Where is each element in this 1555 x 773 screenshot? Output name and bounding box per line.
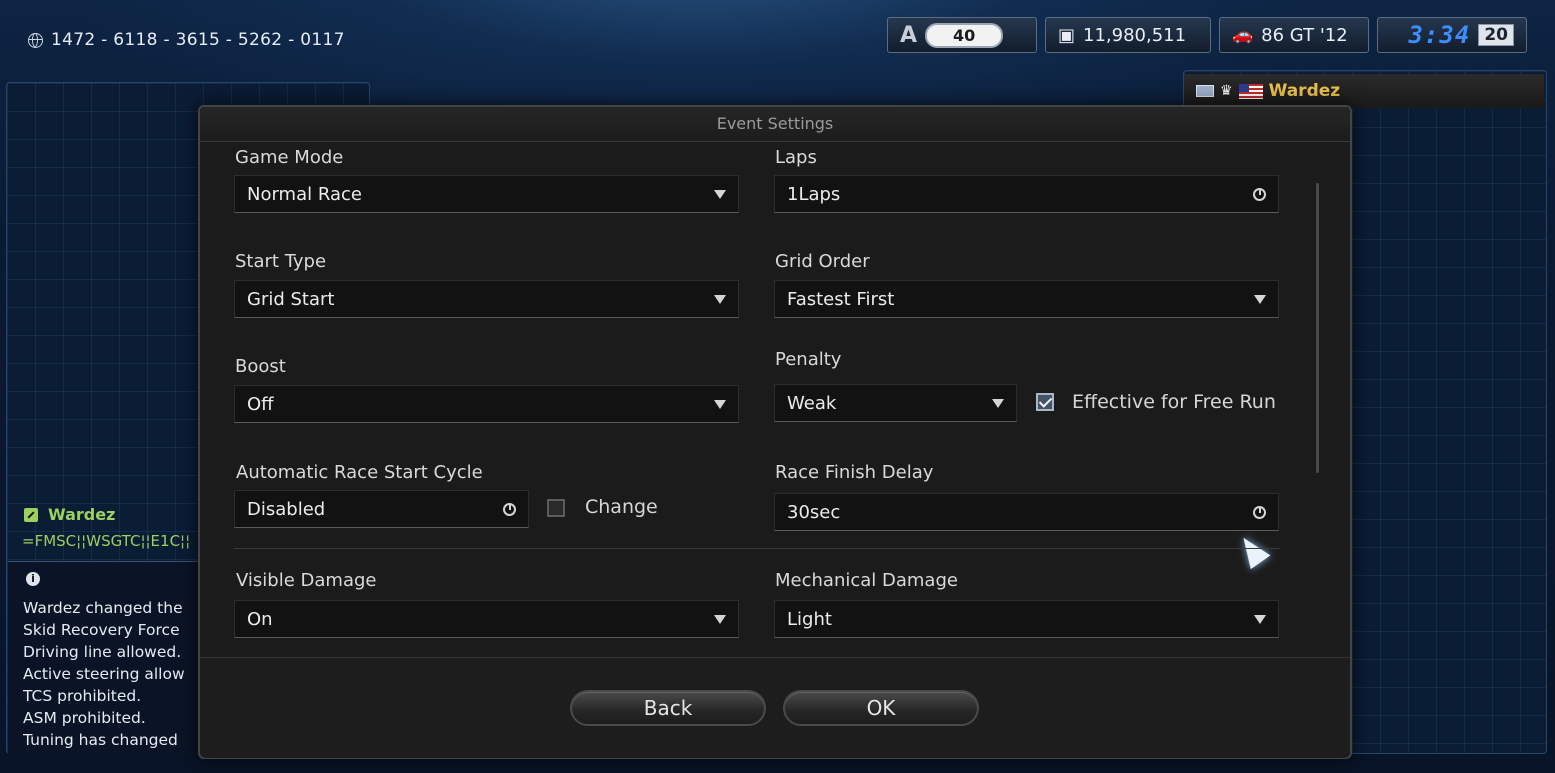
credits-display: ▣ 11,980,511 (1045, 17, 1211, 53)
system-log-lines: Wardez changed the Skid Recovery Force D… (23, 597, 199, 751)
start-type-value: Grid Start (247, 288, 335, 310)
laps-select[interactable]: 1Laps (774, 175, 1279, 213)
hud-bar: A 40 ▣ 11,980,511 🚗 86 GT '12 3:34 20 (887, 16, 1527, 54)
clock-display: 3:34 20 (1377, 17, 1527, 53)
chat-sender: Wardez (24, 505, 115, 524)
boost-label: Boost (235, 356, 286, 377)
section-divider (234, 548, 1280, 549)
change-label: Change (585, 496, 658, 518)
laps-value: 1Laps (787, 183, 841, 205)
game-mode-label: Game Mode (235, 147, 344, 168)
finish-delay-select[interactable]: 30sec (774, 493, 1279, 531)
auto-start-value: Disabled (247, 498, 326, 520)
finish-delay-label: Race Finish Delay (775, 462, 934, 483)
penalty-label: Penalty (775, 349, 842, 370)
log-line: Driving line allowed. (23, 643, 182, 661)
player-name: Wardez (1268, 81, 1341, 101)
chevron-down-icon (992, 398, 1004, 408)
visible-damage-label: Visible Damage (236, 570, 377, 591)
boost-select[interactable]: Off (234, 385, 739, 423)
lobby-id: 1472 - 6118 - 3615 - 5262 - 0117 (28, 30, 345, 50)
settings-form: Game Mode Normal Race Laps 1Laps Start T… (200, 143, 1350, 657)
penalty-value: Weak (787, 392, 837, 414)
info-icon: i (26, 572, 40, 586)
pc-icon (1196, 85, 1214, 97)
car-display: 🚗 86 GT '12 (1219, 17, 1369, 53)
boost-value: Off (247, 393, 274, 415)
globe-icon (28, 32, 43, 48)
visible-damage-value: On (247, 608, 273, 630)
chevron-down-icon (714, 399, 726, 409)
dial-icon (1253, 505, 1266, 519)
back-button[interactable]: Back (570, 690, 766, 726)
chevron-down-icon (1254, 614, 1266, 624)
log-line: Active steering allow (23, 665, 185, 683)
crown-icon: ♛ (1220, 83, 1233, 99)
car-name: 86 GT '12 (1261, 24, 1348, 46)
us-flag-icon (1238, 83, 1263, 99)
mech-damage-value: Light (787, 608, 832, 630)
change-checkbox[interactable] (547, 499, 565, 517)
level-pill: 40 (925, 22, 1004, 48)
event-settings-dialog: Event Settings Game Mode Normal Race Lap… (198, 105, 1352, 759)
lobby-id-text: 1472 - 6118 - 3615 - 5262 - 0117 (51, 30, 345, 50)
game-mode-select[interactable]: Normal Race (234, 175, 739, 213)
dialog-footer: Back OK (200, 657, 1350, 758)
ok-button[interactable]: OK (783, 690, 979, 726)
log-line: ASM prohibited. (23, 709, 146, 727)
chevron-down-icon (1254, 294, 1266, 304)
grid-order-select[interactable]: Fastest First (774, 280, 1279, 318)
rank-letter: A (900, 22, 918, 48)
chevron-down-icon (714, 189, 726, 199)
penalty-select[interactable]: Weak (774, 384, 1017, 422)
dialog-title: Event Settings (200, 107, 1350, 142)
finish-delay-value: 30sec (787, 501, 841, 523)
log-line: Tuning has changed (23, 731, 178, 749)
auto-start-select[interactable]: Disabled (234, 490, 529, 528)
chevron-down-icon (714, 614, 726, 624)
log-line: TCS prohibited. (23, 687, 142, 705)
dial-icon (1253, 187, 1266, 201)
visible-damage-select[interactable]: On (234, 600, 739, 638)
credits-value: 11,980,511 (1083, 24, 1187, 46)
free-run-label: Effective for Free Run (1072, 391, 1276, 413)
chat-sender-name: Wardez (48, 505, 116, 524)
dial-icon (503, 502, 516, 516)
chevron-down-icon (714, 294, 726, 304)
scrollbar[interactable] (1316, 183, 1319, 473)
laps-label: Laps (775, 147, 817, 168)
mech-damage-select[interactable]: Light (774, 600, 1279, 638)
grid-order-value: Fastest First (787, 288, 895, 310)
free-run-checkbox[interactable] (1036, 393, 1054, 411)
mech-damage-label: Mechanical Damage (775, 570, 958, 591)
car-icon: 🚗 (1232, 25, 1254, 45)
clock-time: 3:34 (1408, 21, 1471, 49)
chat-message: =FMSC¦¦WSGTC¦¦E1C¦¦ (22, 532, 191, 550)
player-entry[interactable]: ♛ Wardez (1184, 74, 1544, 108)
start-type-select[interactable]: Grid Start (234, 280, 739, 318)
game-mode-value: Normal Race (247, 183, 362, 205)
start-type-label: Start Type (235, 251, 327, 272)
credits-icon: ▣ (1058, 24, 1076, 46)
auto-start-label: Automatic Race Start Cycle (236, 462, 483, 483)
log-line: Wardez changed the (23, 599, 183, 617)
log-line: Skid Recovery Force (23, 621, 180, 639)
pointer-cursor-icon (1233, 530, 1271, 570)
grid-order-label: Grid Order (775, 251, 870, 272)
edit-icon (24, 507, 38, 522)
clock-day: 20 (1478, 24, 1514, 46)
driver-level: A 40 (887, 17, 1037, 53)
